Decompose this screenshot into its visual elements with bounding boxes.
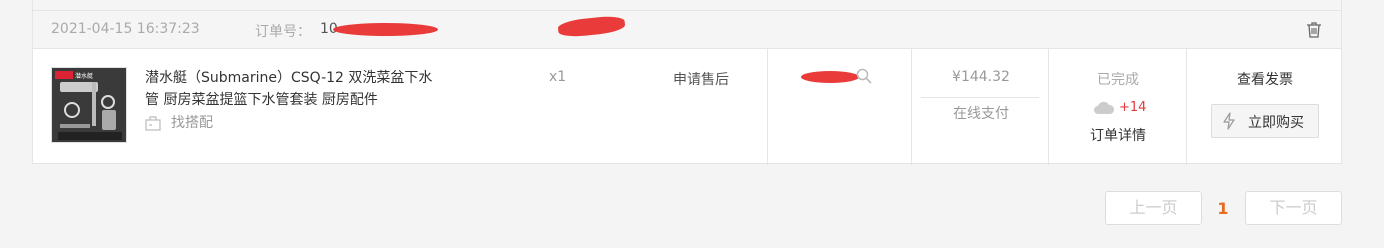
item-quantity: x1 [549, 69, 567, 85]
price-divider [921, 97, 1039, 98]
redaction-order-number [333, 23, 438, 36]
column-divider [1048, 49, 1049, 165]
buy-again-button[interactable]: 立即购买 [1211, 104, 1319, 138]
product-title[interactable]: 潜水艇（Submarine）CSQ-12 双洗菜盆下水管 厨房菜盆提篮下水管套装… [145, 67, 445, 111]
points-value: +14 [1119, 100, 1147, 115]
current-page-number[interactable]: 1 [1210, 199, 1236, 218]
order-item-row: 潜水艇 潜水艇（Submarine）CSQ-12 双洗菜盆下水管 厨房菜盆提篮下… [33, 49, 1341, 165]
prev-page-button[interactable]: 上一页 [1105, 191, 1202, 225]
order-detail-link[interactable]: 订单详情 [1049, 125, 1187, 145]
order-card: 2021-04-15 16:37:23 订单号： 10 潜水艇 潜水艇（Subm… [32, 10, 1342, 165]
buy-again-label: 立即购买 [1248, 115, 1304, 131]
cloud-icon [1094, 101, 1115, 114]
product-thumbnail[interactable]: 潜水艇 [51, 67, 127, 143]
view-invoice-link[interactable]: 查看发票 [1187, 69, 1343, 89]
redaction-recipient [801, 71, 859, 83]
next-page-button[interactable]: 下一页 [1245, 191, 1342, 225]
order-status: 已完成 [1097, 72, 1139, 88]
trash-icon[interactable] [1305, 21, 1323, 39]
order-number-label: 订单号： [255, 24, 311, 40]
product-image [58, 82, 122, 140]
column-divider [1186, 49, 1187, 165]
column-divider [767, 49, 768, 165]
previous-order-edge [32, 0, 1342, 10]
column-divider [911, 49, 912, 165]
payment-method: 在线支付 [953, 106, 1009, 122]
bolt-icon [1223, 112, 1235, 130]
search-icon[interactable] [855, 67, 873, 85]
order-price: ¥144.32 [952, 69, 1010, 85]
apply-aftersale-link[interactable]: 申请售后 [673, 69, 729, 89]
order-time: 2021-04-15 16:37:23 [51, 21, 200, 37]
hanger-icon [145, 116, 161, 131]
find-match-label: 找搭配 [171, 115, 213, 131]
redaction-shop-name [557, 14, 626, 39]
order-header: 2021-04-15 16:37:23 订单号： 10 [33, 11, 1341, 49]
